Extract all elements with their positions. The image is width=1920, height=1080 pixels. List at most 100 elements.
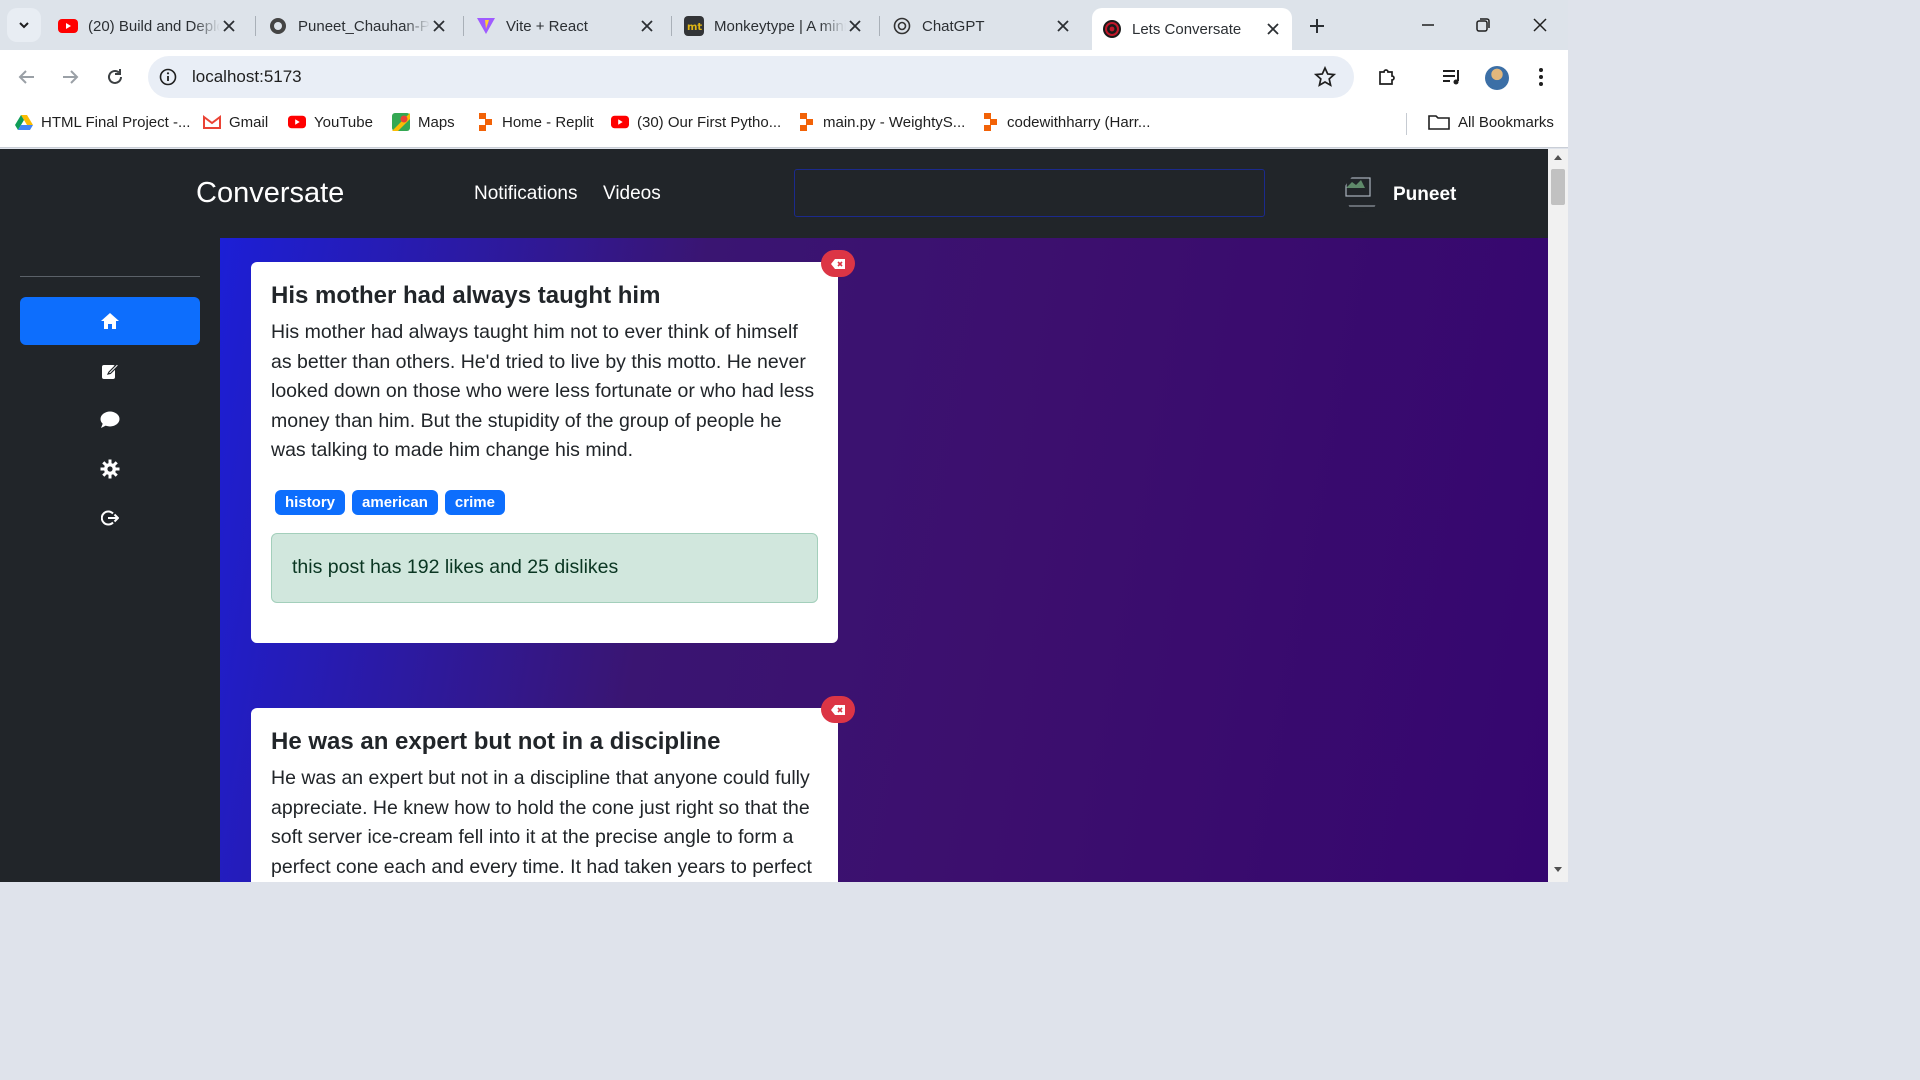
close-icon[interactable] — [1054, 17, 1072, 35]
scroll-down-icon[interactable] — [1553, 866, 1563, 874]
home-icon — [101, 313, 119, 329]
tab-title: Vite + React — [506, 17, 588, 35]
bookmark-item[interactable]: (30) Our First Pytho... — [611, 104, 781, 140]
sidebar-item-home[interactable] — [20, 297, 200, 345]
svg-text:mt: mt — [687, 22, 702, 33]
bookmark-label: main.py - WeightyS... — [823, 113, 966, 131]
delete-post-button[interactable] — [821, 696, 855, 723]
browser-tab[interactable]: (20) Build and Deploy — [48, 8, 248, 44]
post-body: He was an expert but not in a discipline… — [271, 767, 812, 878]
bookmarks-bar: HTML Final Project -... Gmail YouTube Ma… — [0, 104, 1568, 148]
sidebar-item-settings[interactable] — [20, 445, 200, 493]
scrollbar-thumb[interactable] — [1551, 169, 1565, 205]
queue-music-icon — [1443, 70, 1459, 85]
openai-icon — [892, 16, 912, 36]
close-icon[interactable] — [846, 17, 864, 35]
tag-badge[interactable]: crime — [444, 489, 505, 515]
bookmark-item[interactable]: Gmail — [203, 104, 268, 140]
bookmark-item[interactable]: HTML Final Project -... — [15, 104, 190, 140]
tab-search-button[interactable] — [7, 8, 41, 42]
bookmark-label: Home - Replit — [502, 113, 594, 131]
forward-button[interactable] — [56, 63, 84, 91]
plus-icon — [1310, 19, 1324, 33]
bookmark-item[interactable]: YouTube — [288, 104, 373, 140]
tab-title: (20) Build and Deploy — [88, 17, 220, 35]
monkeytype-icon: mt — [684, 16, 704, 36]
edit-icon — [102, 363, 119, 379]
sidebar — [0, 238, 220, 882]
post-body: His mother had always taught him not to … — [271, 321, 815, 461]
browser-tab[interactable]: Puneet_Chauhan-Portfolio — [258, 8, 458, 44]
browser-tab[interactable]: Vite + React — [466, 8, 666, 44]
minimize-button[interactable] — [1408, 10, 1448, 40]
media-control-button[interactable] — [1438, 63, 1466, 91]
close-icon[interactable] — [220, 17, 238, 35]
close-icon[interactable] — [638, 17, 656, 35]
app-navbar: Conversate Notifications Videos Puneet — [0, 149, 1548, 238]
page-scrollbar[interactable] — [1548, 149, 1568, 882]
backspace-icon — [831, 258, 845, 269]
post-title: He was an expert but not in a discipline — [271, 728, 721, 755]
tab-separator — [255, 16, 256, 36]
bookmark-label: YouTube — [314, 113, 373, 131]
arrow-left-icon — [18, 70, 34, 84]
post-card: He was an expert but not in a discipline… — [251, 708, 838, 882]
search-input[interactable] — [794, 169, 1265, 217]
new-tab-button[interactable] — [1302, 12, 1332, 40]
site-info-icon[interactable] — [154, 63, 182, 91]
post-title: His mother had always taught him — [271, 282, 661, 309]
delete-post-button[interactable] — [821, 250, 855, 277]
nav-notifications-link[interactable]: Notifications — [474, 183, 578, 205]
maps-icon — [392, 113, 410, 131]
gmail-icon — [203, 113, 221, 131]
restore-button[interactable] — [1463, 10, 1503, 40]
browser-toolbar: localhost:5173 — [0, 50, 1568, 104]
bookmark-item[interactable]: Home - Replit — [476, 104, 594, 140]
close-icon[interactable] — [430, 17, 448, 35]
browser-tab-active[interactable]: Lets Conversate — [1092, 8, 1292, 50]
bookmark-item[interactable]: Maps — [392, 104, 455, 140]
reload-icon — [108, 69, 122, 84]
tab-separator — [671, 16, 672, 36]
tag-badge[interactable]: history — [275, 489, 346, 515]
browser-tab-strip: (20) Build and Deploy Puneet_Chauhan-Por… — [0, 0, 1568, 50]
conversate-icon — [1102, 19, 1122, 39]
reload-button[interactable] — [101, 63, 129, 91]
browser-tab[interactable]: ChatGPT — [882, 8, 1082, 44]
sidebar-item-chat[interactable] — [20, 396, 200, 444]
browser-menu-button[interactable] — [1527, 63, 1555, 91]
folder-icon — [1428, 113, 1450, 131]
sidebar-divider — [20, 276, 200, 277]
all-bookmarks-button[interactable]: All Bookmarks — [1428, 104, 1554, 140]
bookmark-separator — [1406, 113, 1407, 135]
browser-tab[interactable]: mt Monkeytype | A minimalistic — [674, 8, 874, 44]
youtube-icon — [611, 113, 629, 131]
more-vertical-icon — [1539, 68, 1543, 86]
back-button[interactable] — [13, 63, 41, 91]
tag-badge[interactable]: american — [352, 489, 438, 515]
tab-title: Puneet_Chauhan-Portfolio — [298, 17, 430, 35]
brand-logo[interactable]: Conversate — [196, 177, 344, 210]
browser-profile-avatar[interactable] — [1485, 66, 1509, 90]
extensions-button[interactable] — [1373, 63, 1401, 91]
user-name[interactable]: Puneet — [1393, 184, 1456, 206]
conversate-app: Conversate Notifications Videos Puneet H… — [0, 149, 1548, 882]
chat-icon — [100, 411, 120, 428]
bookmark-star-icon[interactable] — [1313, 65, 1337, 93]
avatar[interactable] — [1344, 174, 1380, 212]
address-bar[interactable]: localhost:5173 — [148, 56, 1354, 98]
tab-title: Monkeytype | A minimalistic — [714, 17, 846, 35]
sidebar-item-create-post[interactable] — [20, 347, 200, 395]
replit-icon — [981, 113, 999, 131]
close-icon[interactable] — [1264, 20, 1282, 38]
all-bookmarks-label: All Bookmarks — [1458, 113, 1554, 131]
post-card: His mother had always taught him His mot… — [251, 262, 838, 643]
close-icon — [1533, 18, 1547, 32]
bookmark-item[interactable]: codewithharry (Harr... — [981, 104, 1150, 140]
youtube-icon — [58, 16, 78, 36]
window-close-button[interactable] — [1520, 10, 1560, 40]
bookmark-item[interactable]: main.py - WeightyS... — [797, 104, 965, 140]
scroll-up-icon[interactable] — [1553, 153, 1563, 161]
sidebar-item-logout[interactable] — [20, 494, 200, 542]
nav-videos-link[interactable]: Videos — [603, 183, 661, 205]
